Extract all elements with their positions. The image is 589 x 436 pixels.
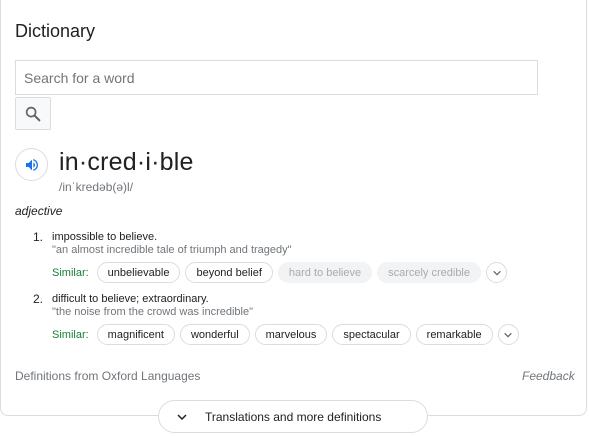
feedback-link[interactable]: Feedback xyxy=(522,369,575,383)
similar-chip[interactable]: marvelous xyxy=(254,324,328,345)
expand-similar-button[interactable] xyxy=(486,262,507,283)
part-of-speech: adjective xyxy=(15,204,63,218)
chevron-down-icon xyxy=(492,270,501,276)
similar-words-row: Similar: unbelievable beyond belief hard… xyxy=(52,261,507,284)
dictionary-card: Dictionary in·cred·i·ble /inˈkredəb(ə)l/… xyxy=(0,0,587,416)
similar-chip[interactable]: remarkable xyxy=(415,324,493,345)
similar-chip[interactable]: scarcely credible xyxy=(377,262,481,283)
speaker-icon xyxy=(25,158,38,171)
card-title: Dictionary xyxy=(15,21,96,41)
definition-example: "an almost incredible tale of triumph an… xyxy=(52,244,292,256)
search-icon xyxy=(25,106,41,121)
similar-chip[interactable]: spectacular xyxy=(332,324,411,345)
chevron-down-icon xyxy=(176,411,188,423)
definition-text: difficult to believe; extraordinary. xyxy=(52,293,209,305)
definition-number: 1. xyxy=(32,230,43,244)
similar-label: Similar: xyxy=(52,266,89,279)
similar-chip[interactable]: beyond belief xyxy=(185,262,273,283)
expand-similar-button[interactable] xyxy=(497,324,519,345)
similar-words-row: Similar: magnificent wonderful marvelous… xyxy=(52,323,519,346)
similar-label: Similar: xyxy=(52,328,89,341)
definition-text: impossible to believe. xyxy=(52,231,158,243)
similar-chip[interactable]: unbelievable xyxy=(96,262,181,283)
pronunciation-audio-button[interactable] xyxy=(15,148,48,181)
translations-more-definitions-button[interactable]: Translations and more definitions xyxy=(158,400,428,433)
search-input[interactable] xyxy=(15,60,538,95)
similar-chip[interactable]: hard to believe xyxy=(277,262,373,283)
definition-example: "the noise from the crowd was incredible… xyxy=(52,306,254,318)
source-attribution: Definitions from Oxford Languages xyxy=(15,369,201,383)
translations-button-label: Translations and more definitions xyxy=(205,409,382,424)
headword: in·cred·i·ble xyxy=(59,148,194,176)
chevron-down-icon xyxy=(504,332,512,338)
similar-chip[interactable]: magnificent xyxy=(96,324,175,345)
search-button[interactable] xyxy=(15,97,51,130)
definition-number: 2. xyxy=(32,292,43,306)
phonetic-transcription: /inˈkredəb(ə)l/ xyxy=(59,180,134,194)
similar-chip[interactable]: wonderful xyxy=(179,324,250,345)
